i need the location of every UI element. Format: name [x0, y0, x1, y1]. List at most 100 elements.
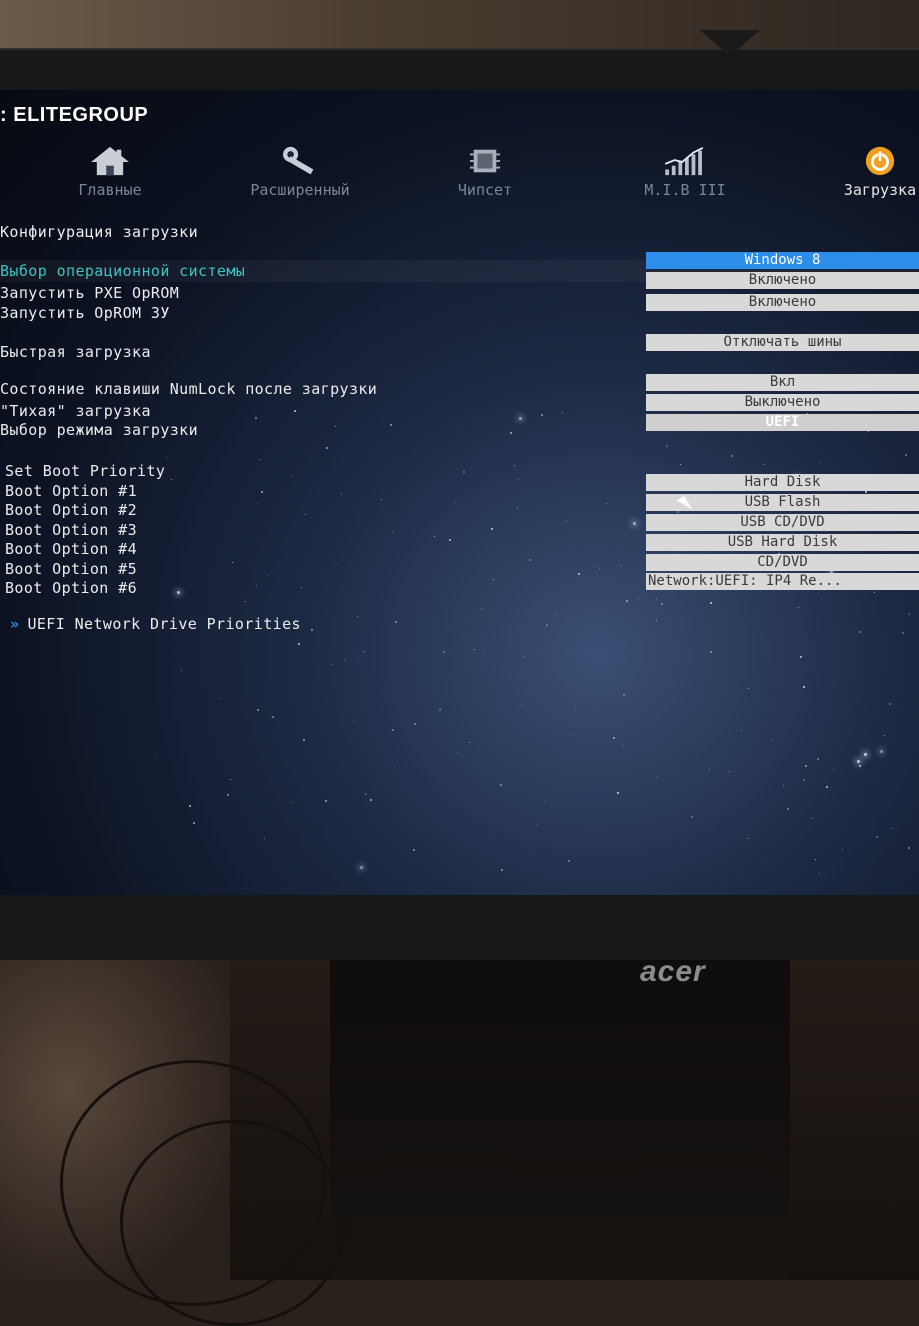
star-dot	[841, 848, 843, 850]
star-dot	[888, 703, 891, 706]
star-dot	[491, 528, 494, 531]
wrench-icon	[283, 146, 314, 175]
boot-option-4[interactable]: Boot Option #4	[5, 540, 137, 558]
chart-icon	[664, 146, 704, 176]
star-dot	[677, 511, 680, 514]
star-dot	[330, 664, 332, 666]
storage-oprom-value[interactable]: Включено	[646, 294, 919, 311]
boot-priority-title: Set Boot Priority	[5, 462, 166, 480]
star-dot	[439, 708, 442, 711]
setting-numlock[interactable]: Состояние клавиши NumLock после загрузки	[0, 380, 377, 398]
pxe-oprom-value[interactable]: Включено	[646, 272, 919, 289]
boot-option-5-value[interactable]: CD/DVD	[646, 554, 919, 571]
setting-storage-oprom[interactable]: Запустить OpROM ЗУ	[0, 304, 170, 322]
star-dot	[192, 822, 195, 825]
star-dot	[656, 619, 658, 621]
star-dot	[271, 716, 274, 719]
boot-option-1-value[interactable]: Hard Disk	[646, 474, 919, 491]
fast-boot-value[interactable]: Отключать шины	[646, 334, 919, 351]
star-dot	[691, 816, 694, 819]
boot-mode-value[interactable]: UEFI	[646, 414, 919, 431]
star-dot	[748, 688, 750, 690]
tab-advanced[interactable]: Расширенный	[225, 145, 375, 199]
bios-vendor-logo: : ELITEGROUP	[0, 104, 148, 127]
monitor-stand	[330, 950, 790, 1280]
star-dot	[244, 601, 246, 603]
star-dot	[370, 799, 373, 802]
setting-os-select[interactable]: Выбор операционной системы	[0, 262, 245, 280]
boot-option-3-value[interactable]: USB CD/DVD	[646, 514, 919, 531]
star-dot	[257, 502, 259, 504]
star-dot	[876, 836, 879, 839]
star-dot	[802, 779, 805, 782]
star-dot	[883, 735, 885, 737]
os-select-value[interactable]: Windows 8	[646, 252, 919, 269]
star-dot	[833, 768, 835, 770]
star-dot	[434, 536, 436, 538]
star-dot	[819, 873, 821, 875]
star-dot	[463, 470, 466, 473]
star-dot	[544, 801, 546, 803]
bios-screen: : ELITEGROUP Главные Расширенный Чипсет …	[0, 90, 919, 895]
star-dot	[665, 444, 668, 447]
star-dot	[656, 775, 658, 777]
tab-bar: Главные Расширенный Чипсет M.I.B III Заг…	[0, 145, 919, 205]
tab-label: M.I.B III	[644, 181, 726, 199]
star-dot	[255, 585, 257, 586]
star-dot	[661, 603, 664, 606]
boot-option-5[interactable]: Boot Option #5	[5, 560, 137, 578]
boot-option-2[interactable]: Boot Option #2	[5, 501, 137, 519]
tab-boot[interactable]: Загрузка	[805, 145, 919, 199]
star-dot	[326, 446, 329, 449]
boot-option-6-value[interactable]: Network:UEFI: IP4 Re...	[646, 573, 919, 590]
star-dot	[510, 431, 513, 434]
star-dot	[623, 693, 626, 696]
star-dot	[863, 753, 867, 757]
star-dot	[575, 707, 577, 709]
section-title: Конфигурация загрузки	[0, 223, 199, 241]
star-dot	[180, 669, 182, 671]
boot-option-3[interactable]: Boot Option #3	[5, 521, 137, 539]
star-dot	[499, 783, 502, 786]
star-dot	[227, 794, 230, 797]
quiet-boot-value[interactable]: Выключено	[646, 394, 919, 411]
star-dot	[655, 598, 657, 600]
star-dot	[516, 506, 518, 508]
cable	[120, 1120, 346, 1326]
star-dot	[859, 630, 862, 633]
star-dot	[632, 521, 636, 525]
boot-option-1[interactable]: Boot Option #1	[5, 482, 137, 500]
star-dot	[879, 750, 883, 754]
star-dot	[817, 758, 820, 761]
star-dot	[637, 597, 639, 599]
tab-label: Чипсет	[457, 181, 513, 199]
setting-pxe-oprom[interactable]: Запустить PXE OpROM	[0, 284, 179, 302]
star-dot	[231, 562, 233, 564]
star-dot	[904, 453, 907, 456]
setting-fast-boot[interactable]: Быстрая загрузка	[0, 343, 151, 361]
boot-option-6[interactable]: Boot Option #6	[5, 579, 137, 597]
star-dot	[480, 607, 482, 609]
numlock-value[interactable]: Вкл	[646, 374, 919, 391]
tab-main[interactable]: Главные	[35, 145, 185, 199]
star-dot	[814, 858, 816, 860]
chip-icon	[469, 149, 501, 173]
star-dot	[730, 454, 733, 457]
star-dot	[337, 563, 339, 564]
setting-boot-mode[interactable]: Выбор режима загрузки	[0, 421, 198, 439]
star-dot	[522, 656, 524, 658]
star-dot	[728, 770, 730, 772]
tab-mib[interactable]: M.I.B III	[610, 145, 760, 199]
submenu-uefi-network[interactable]: » UEFI Network Drive Priorities	[10, 615, 301, 633]
boot-option-4-value[interactable]: USB Hard Disk	[646, 534, 919, 551]
star-dot	[483, 649, 485, 651]
setting-quiet-boot[interactable]: "Тихая" загрузка	[0, 402, 151, 420]
star-dot	[356, 616, 358, 618]
star-dot	[811, 818, 813, 820]
monitor-brand-logo: acer	[640, 955, 706, 988]
star-dot	[260, 459, 262, 461]
tab-chipset[interactable]: Чипсет	[410, 145, 560, 199]
star-dot	[908, 847, 911, 850]
tab-label: Загрузка	[843, 181, 917, 199]
star-dot	[802, 685, 805, 688]
